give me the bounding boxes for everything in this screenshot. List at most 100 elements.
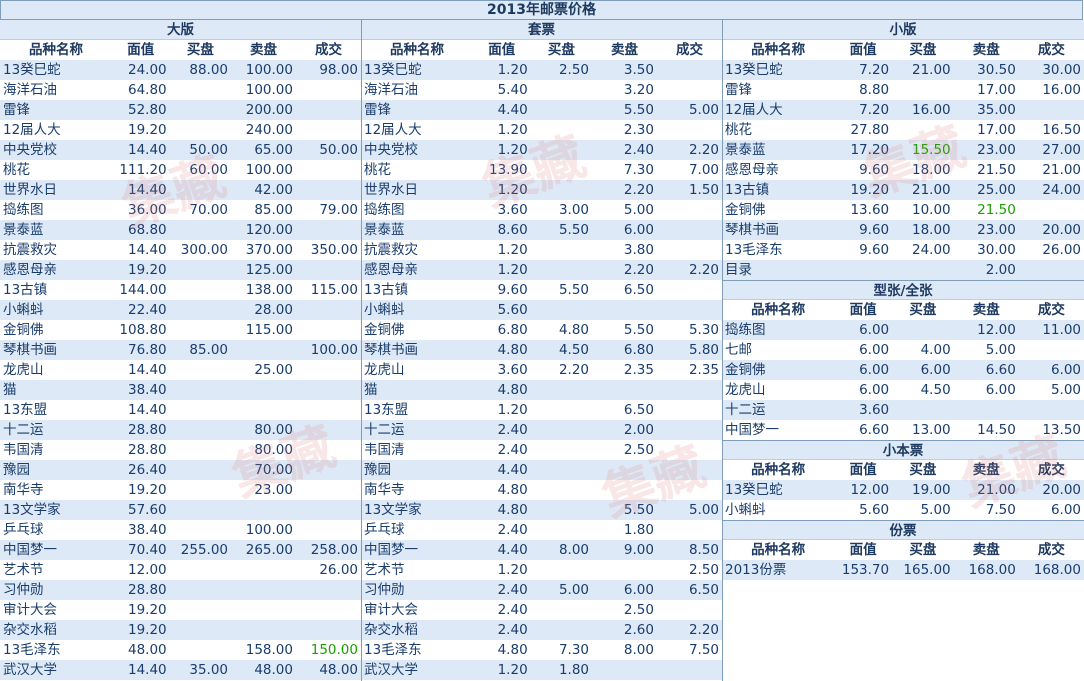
cell-face-value: 26.40 (111, 460, 170, 480)
cell-name: 12届人大 (0, 120, 112, 140)
cell-deal (295, 480, 361, 500)
cell-bid (169, 520, 232, 540)
table-row: 猫 38.40 (0, 380, 361, 400)
cell-bid: 8.00 (530, 540, 593, 560)
table-row: 中国梦一 70.40 255.00 265.00 258.00 (0, 540, 361, 560)
cell-bid (169, 440, 232, 460)
cell-ask (231, 560, 296, 580)
panel-right: 小版 品种名称 面值 买盘 卖盘 成交 13癸巳蛇 7.20 21.00 30.50 30.00 雷… (722, 20, 1084, 681)
cell-bid (530, 620, 593, 640)
cell-face-value: 5.40 (472, 80, 531, 100)
cell-name: 武汉大学 (361, 660, 473, 680)
cell-ask: 158.00 (231, 640, 296, 660)
cell-deal (656, 220, 722, 240)
table-row: 中央党校 14.40 50.00 65.00 50.00 (0, 140, 361, 160)
table-row: 12届人大 19.20 240.00 (0, 120, 361, 140)
table-row: 中国梦一 6.60 13.00 14.50 13.50 (722, 420, 1084, 440)
cell-deal: 27.00 (1018, 140, 1084, 160)
cell-deal: 26.00 (295, 560, 361, 580)
cell-deal (295, 400, 361, 420)
header-bid: 买盘 (169, 40, 232, 60)
header-deal: 成交 (656, 40, 722, 60)
cell-bid: 35.00 (169, 660, 232, 680)
cell-face-value: 12.00 (111, 560, 170, 580)
cell-ask (231, 340, 296, 360)
cell-bid: 4.50 (892, 380, 954, 400)
cell-deal (656, 60, 722, 80)
cell-bid (169, 640, 232, 660)
cell-deal: 2.20 (656, 140, 722, 160)
cell-name: 桃花 (0, 160, 112, 180)
cell-ask: 2.50 (592, 440, 657, 460)
table-row: 习仲勋 2.40 5.00 6.00 6.50 (361, 580, 722, 600)
cell-bid (169, 260, 232, 280)
cell-face-value: 1.20 (472, 240, 531, 260)
section-title-set: 套票 (361, 20, 722, 40)
table-row: 13古镇 19.20 21.00 25.00 24.00 (722, 180, 1084, 200)
cell-face-value: 1.20 (472, 180, 531, 200)
cell-name: 乒乓球 (0, 520, 112, 540)
cell-face-value: 9.60 (834, 160, 893, 180)
cell-bid: 15.50 (892, 140, 954, 160)
cell-name: 乒乓球 (361, 520, 473, 540)
cell-bid (169, 180, 232, 200)
table-row: 抗震救灾 14.40 300.00 370.00 350.00 (0, 240, 361, 260)
cell-name: 感恩母亲 (722, 160, 835, 180)
cell-face-value: 4.40 (472, 100, 531, 120)
cell-deal (656, 600, 722, 620)
cell-face-value: 52.80 (111, 100, 170, 120)
table-big: 品种名称 面值 买盘 卖盘 成交 13癸巳蛇 24.00 88.00 100.00 98.00 海洋… (0, 40, 361, 680)
table-header-row: 品种名称 面值 买盘 卖盘 成交 (722, 40, 1084, 60)
cell-face-value (834, 260, 893, 280)
cell-face-value: 22.40 (111, 300, 170, 320)
cell-deal: 6.00 (1018, 500, 1084, 520)
table-row: 猫 4.80 (361, 380, 722, 400)
cell-face-value: 48.00 (111, 640, 170, 660)
cell-deal (295, 460, 361, 480)
header-bid: 买盘 (892, 540, 954, 560)
cell-name: 韦国清 (361, 440, 473, 460)
table-row: 景泰蓝 17.20 15.50 23.00 27.00 (722, 140, 1084, 160)
cell-ask: 2.20 (592, 180, 657, 200)
table-row: 雷锋 8.80 17.00 16.00 (722, 80, 1084, 100)
cell-deal (295, 80, 361, 100)
cell-ask: 12.00 (953, 320, 1019, 340)
table-row: 小蝌蚪 22.40 28.00 (0, 300, 361, 320)
cell-name: 目录 (722, 260, 835, 280)
cell-deal: 2.50 (656, 560, 722, 580)
header-ask: 卖盘 (953, 300, 1019, 320)
header-face-value: 面值 (834, 460, 893, 480)
cell-bid (530, 240, 593, 260)
table-header-row: 品种名称 面值 买盘 卖盘 成交 (722, 460, 1084, 480)
table-row: 乒乓球 2.40 1.80 (361, 520, 722, 540)
cell-ask: 21.00 (953, 480, 1019, 500)
cell-bid (530, 380, 593, 400)
cell-bid (530, 120, 593, 140)
cell-face-value: 7.20 (834, 100, 893, 120)
cell-bid (892, 320, 954, 340)
cell-name: 南华寺 (0, 480, 112, 500)
cell-ask: 5.50 (592, 500, 657, 520)
cell-bid (169, 280, 232, 300)
section-title-yearset: 份票 (722, 520, 1084, 540)
cell-deal: 258.00 (295, 540, 361, 560)
cell-name: 琴棋书画 (361, 340, 473, 360)
cell-deal (295, 600, 361, 620)
cell-deal: 13.50 (1018, 420, 1084, 440)
cell-ask: 25.00 (231, 360, 296, 380)
table-header-row: 品种名称 面值 买盘 卖盘 成交 (722, 300, 1084, 320)
cell-bid: 60.00 (169, 160, 232, 180)
header-bid: 买盘 (892, 300, 954, 320)
cell-name: 世界水日 (0, 180, 112, 200)
table-header-row: 品种名称 面值 买盘 卖盘 成交 (361, 40, 722, 60)
table-row: 金铜佛 6.80 4.80 5.50 5.30 (361, 320, 722, 340)
cell-bid (530, 520, 593, 540)
cell-deal: 5.80 (656, 340, 722, 360)
table-row: 雷锋 4.40 5.50 5.00 (361, 100, 722, 120)
cell-bid (169, 600, 232, 620)
cell-ask: 21.50 (953, 200, 1019, 220)
cell-name: 12届人大 (361, 120, 473, 140)
cell-ask: 80.00 (231, 420, 296, 440)
cell-ask: 1.80 (592, 520, 657, 540)
cell-face-value: 4.40 (472, 460, 531, 480)
